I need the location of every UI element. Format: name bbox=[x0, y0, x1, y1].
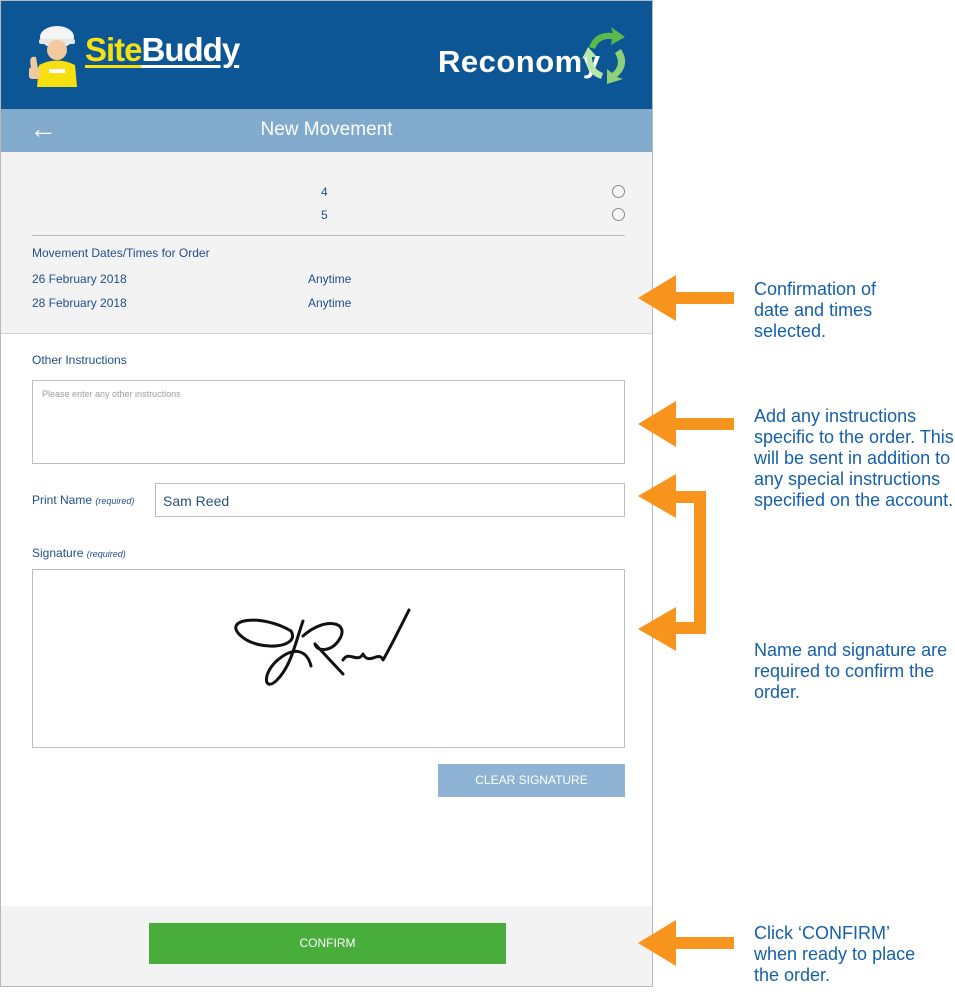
callout-text: Click ‘CONFIRM’ when ready to place the … bbox=[754, 923, 916, 985]
option-radio-4[interactable] bbox=[612, 185, 625, 198]
bracket-arrow-icon bbox=[638, 474, 706, 651]
print-name-input[interactable]: Sam Reed bbox=[155, 483, 625, 517]
required-hint: (required) bbox=[95, 496, 135, 506]
option-label-4: 4 bbox=[321, 185, 328, 199]
callout-text: Confirmation of date and times selected. bbox=[754, 279, 877, 341]
movement-time: Anytime bbox=[308, 296, 352, 310]
confirm-button[interactable]: CONFIRM bbox=[149, 923, 506, 964]
brand-header: SiteBuddy Reconomy bbox=[1, 1, 652, 109]
option-radio-5[interactable] bbox=[612, 208, 625, 221]
print-name-label: Print Name (required) bbox=[32, 493, 135, 507]
callout-arrow-icon bbox=[638, 401, 734, 447]
movement-time: Anytime bbox=[308, 272, 352, 286]
other-instructions-input[interactable]: Please enter any other instructions bbox=[32, 380, 625, 464]
signature-label: Signature (required) bbox=[32, 546, 126, 560]
sitebuddy-mascot-icon bbox=[29, 26, 77, 87]
recycle-arrows-icon bbox=[582, 27, 626, 84]
app-screen: SiteBuddy Reconomy ← New Movement 4 5 Mo… bbox=[0, 0, 653, 987]
movement-dates-title: Movement Dates/Times for Order bbox=[32, 246, 210, 260]
clear-signature-button[interactable]: CLEAR SIGNATURE bbox=[438, 764, 625, 797]
nav-bar: ← New Movement bbox=[1, 109, 652, 152]
movement-date: 26 February 2018 bbox=[32, 272, 127, 286]
callout-text: Add any instructions specific to the ord… bbox=[754, 406, 954, 510]
callout-arrow-icon bbox=[638, 275, 734, 321]
callout-arrow-icon bbox=[638, 920, 734, 966]
signature-drawing bbox=[234, 608, 411, 686]
sitebuddy-logo: SiteBuddy bbox=[85, 31, 240, 68]
signature-pad[interactable] bbox=[32, 569, 625, 748]
callout-text: Name and signature are required to confi… bbox=[754, 640, 948, 702]
other-instructions-label: Other Instructions bbox=[32, 353, 127, 367]
divider bbox=[32, 235, 625, 236]
page-title: New Movement bbox=[260, 119, 393, 140]
option-label-5: 5 bbox=[321, 208, 328, 222]
required-hint: (required) bbox=[86, 549, 126, 559]
reconomy-logo: Reconomy bbox=[438, 44, 601, 79]
movement-date: 28 February 2018 bbox=[32, 296, 127, 310]
